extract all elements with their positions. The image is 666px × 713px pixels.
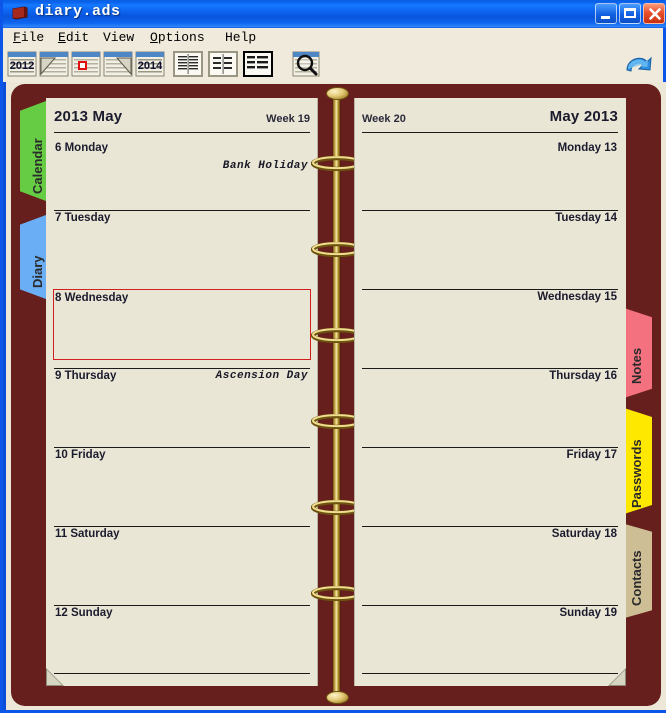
menu-bar: File Edit View Options Help [3,28,663,48]
rod-cap-bottom [326,691,349,704]
day-row[interactable]: Monday 13 [362,140,618,208]
day-row[interactable]: Wednesday 15 [362,289,618,357]
day-row[interactable]: 7 Tuesday [54,210,310,278]
minimize-button[interactable] [595,3,617,24]
left-page-header: 2013 May Week 19 [54,108,310,133]
view-week-button[interactable] [208,51,238,77]
book-icon [12,6,28,20]
page-turn-next[interactable] [604,664,626,686]
svg-text:2012: 2012 [10,60,34,72]
menu-view[interactable]: View [103,30,134,45]
window-controls [595,3,665,24]
left-page-title: 2013 May [54,108,123,125]
day-label: Wednesday 15 [537,291,617,303]
prev-month-button[interactable] [39,50,69,78]
day-label: 9 Thursday [55,370,117,382]
day-rule [54,605,310,606]
close-button[interactable] [643,3,665,24]
binder-rod [333,96,340,696]
day-rule [362,289,618,290]
day-rule [54,368,310,369]
left-page: 2013 May Week 19 6 Monday Bank Holiday 7… [46,98,318,686]
title-bar: diary.ads [3,0,666,28]
day-label: 10 Friday [55,449,106,461]
undo-button[interactable] [621,49,653,79]
day-row[interactable]: 11 Saturday [54,526,310,594]
tab-diary-label: Diary [30,255,45,288]
page-turn-prev[interactable] [46,664,68,686]
rod-cap-top [326,87,349,100]
day-row[interactable]: 9 Thursday Ascension Day [54,368,310,436]
right-page-week: Week 20 [362,113,406,125]
maximize-button[interactable] [619,3,641,24]
day-rule [54,526,310,527]
next-year-button[interactable]: 2014 [135,50,165,78]
view-list-button[interactable] [243,51,273,77]
day-label: 11 Saturday [55,528,120,540]
day-row-selected[interactable]: 8 Wednesday [53,289,311,360]
left-page-week: Week 19 [266,113,310,125]
day-label: Thursday 16 [549,370,617,382]
day-rule [54,447,310,448]
diary-binder: Calendar Diary Notes Passwords Contacts … [6,82,666,710]
day-row[interactable]: Tuesday 14 [362,210,618,278]
tab-notes-label: Notes [629,347,644,384]
day-rule [362,447,618,448]
day-rule [54,673,310,674]
tab-contacts-label: Contacts [629,550,644,606]
day-note: Bank Holiday [222,160,308,172]
search-button[interactable] [291,50,321,78]
window-title: diary.ads [35,3,121,20]
day-rule [54,210,310,211]
day-label: 7 Tuesday [55,212,111,224]
today-button[interactable] [71,50,101,78]
prev-year-button[interactable]: 2012 [7,50,37,78]
toolbar: 2012 2014 [3,48,663,82]
svg-text:2014: 2014 [138,60,163,72]
day-row[interactable]: 12 Sunday [54,605,310,673]
day-label: Tuesday 14 [555,212,617,224]
right-page-title: May 2013 [549,108,618,125]
tab-calendar-label: Calendar [30,138,45,194]
menu-edit[interactable]: Edit [58,30,89,45]
day-row[interactable]: Thursday 16 [362,368,618,436]
right-page: Week 20 May 2013 Monday 13 Tuesday 14 We… [354,98,626,686]
day-label: 12 Sunday [55,607,113,619]
menu-file[interactable]: File [13,30,44,45]
right-page-header: Week 20 May 2013 [362,108,618,133]
day-label: 6 Monday [55,142,109,154]
day-row[interactable]: 6 Monday Bank Holiday [54,140,310,208]
menu-options[interactable]: Options [150,30,205,45]
view-day-button[interactable] [173,51,203,77]
day-row[interactable]: Friday 17 [362,447,618,515]
day-row[interactable]: 10 Friday [54,447,310,515]
day-rule [362,368,618,369]
day-row[interactable]: Sunday 19 [362,605,618,673]
day-rule [362,605,618,606]
menu-help[interactable]: Help [225,30,256,45]
day-label: Monday 13 [557,142,617,154]
day-rule [362,673,618,674]
next-month-button[interactable] [103,50,133,78]
day-label: Sunday 19 [559,607,617,619]
day-label: 8 Wednesday [55,292,129,304]
page-bottom-rule [54,673,310,674]
page-bottom-rule [362,673,618,674]
day-rule [362,210,618,211]
day-note: Ascension Day [215,370,308,382]
day-row[interactable]: Saturday 18 [362,526,618,594]
application-window: diary.ads File Edit View Options Help 20 [0,0,666,713]
day-rule [362,526,618,527]
day-label: Saturday 18 [551,528,617,540]
tab-passwords-label: Passwords [629,439,644,508]
day-label: Friday 17 [566,449,618,461]
